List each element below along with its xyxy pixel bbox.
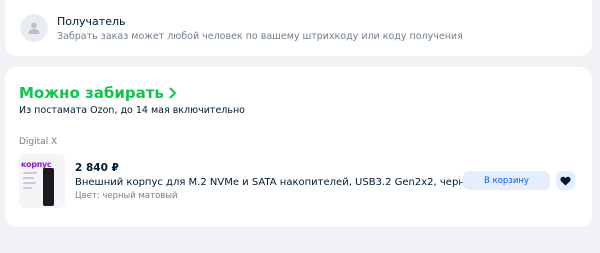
order-card: Можно забирать Из постамата Ozon, до 14 …: [5, 67, 592, 227]
recipient-card: Получатель Забрать заказ может любой чел…: [5, 0, 592, 56]
heart-icon: [560, 176, 571, 186]
add-to-cart-button[interactable]: В корзину: [463, 171, 550, 190]
chevron-right-icon: [169, 87, 176, 99]
thumbnail-lines: [23, 172, 39, 192]
product-color: Цвет: черный матовый: [75, 191, 178, 201]
pickup-status-title[interactable]: Можно забирать: [19, 84, 164, 102]
pickup-subtitle: Из постамата Ozon, до 14 мая включительн…: [19, 105, 245, 116]
recipient-title: Получатель: [57, 15, 126, 28]
favorite-button[interactable]: [556, 171, 575, 190]
thumbnail-device: [43, 168, 54, 206]
recipient-description: Забрать заказ может любой человек по ваш…: [57, 31, 463, 42]
person-icon: [20, 14, 48, 42]
product-name[interactable]: Внешний корпус для M.2 NVMe и SATA накоп…: [75, 177, 479, 188]
product-price: 2 840 ₽: [75, 162, 119, 174]
seller-name[interactable]: Digital X: [19, 137, 57, 147]
product-thumbnail[interactable]: корпус: [19, 154, 65, 208]
pickup-status-link[interactable]: Можно забирать: [19, 84, 177, 102]
